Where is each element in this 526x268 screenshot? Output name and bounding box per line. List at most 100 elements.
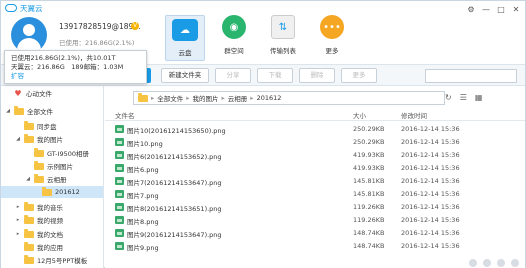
file-size: 148.74KB [353,229,385,237]
app-title: 天翼云 [5,3,43,13]
breadcrumb-item[interactable]: 201612 [257,94,282,102]
sidebar-item-ppt-template[interactable]: 12月5号PPT模板 [15,254,87,266]
sidebar-item-label: 全部文件 [27,108,53,116]
sidebar-item-label: GT-I9500相册 [47,150,89,158]
action-dot-icon[interactable] [469,259,477,267]
sidebar-item-label: 12月5号PPT模板 [37,257,88,265]
close-icon[interactable]: ✕ [511,5,521,15]
folder-icon [24,228,34,238]
file-size: 419.93KB [353,164,385,172]
grid-view-icon[interactable]: ▦ [475,93,483,102]
tree-arrow-icon[interactable]: ▸ [15,217,21,223]
file-name: 图片10(20161214153650).png [127,127,226,135]
file-time: 2016-12-14 15:36 [401,151,460,159]
breadcrumb-separator: ▸ [250,94,254,102]
file-name: 图片7(20161214153647).png [127,179,222,187]
column-time[interactable]: 修改时间 [401,110,427,120]
sidebar-item-favorites[interactable]: ♥ 心动文件 [13,87,52,99]
file-time: 2016-12-14 15:36 [401,125,460,133]
sidebar-item-my-pictures[interactable]: ◢ 我的图片 [15,133,63,145]
avatar[interactable] [11,17,47,53]
file-name: 图片10.png [127,140,163,148]
bottom-actions [469,259,519,267]
list-view-icon[interactable]: ☰ [460,93,467,102]
maximize-icon[interactable]: □ [496,5,506,15]
sidebar-item-my-apps[interactable]: 我的应用 [15,241,63,253]
expand-storage-link[interactable]: 扩容 [11,72,140,81]
heart-icon: ♥ [14,88,22,98]
tree-arrow-icon[interactable]: ◢ [25,176,31,182]
sidebar-item-label: 我的音乐 [37,204,63,212]
refresh-icon[interactable]: ↻ [445,93,452,102]
table-row[interactable]: 图片7.png 145.81KB 2016-12-14 15:36 [105,188,525,200]
nav-transfer-list[interactable]: ⇅ 传输列表 [263,15,303,61]
file-name: 图片6(20161214153652).png [127,153,222,161]
nav-cloud-disk[interactable]: ☁ 云盘 [165,15,205,61]
sidebar-item-all-files[interactable]: ◢ 全部文件 [5,105,53,117]
sidebar-item-my-music[interactable]: ▸ 我的音乐 [15,201,63,213]
image-file-icon [115,242,124,250]
file-size: 250.29KB [353,138,385,146]
delete-button[interactable]: 删除 [299,68,335,83]
nav-group-space[interactable]: ◉ 群空间 [214,15,254,61]
sidebar-item-sync[interactable]: 同步盘 [15,120,57,132]
table-row[interactable]: 图片10(20161214153650).png 250.29KB 2016-1… [105,123,525,135]
breadcrumb-item[interactable]: 我的图片 [193,93,219,103]
folder-icon [14,105,24,115]
sidebar-item-label: 201612 [55,188,80,196]
table-row[interactable]: 图片7(20161214153647).png 145.81KB 2016-12… [105,175,525,187]
table-row[interactable]: 图片9.png 148.74KB 2016-12-14 15:36 [105,240,525,252]
cloud-logo-icon [5,4,17,12]
sidebar-item-my-videos[interactable]: ▸ 我的视频 [15,214,63,226]
sidebar-item-my-documents[interactable]: ▸ 我的文档 [15,228,63,240]
column-size[interactable]: 大小 [353,110,366,120]
action-dot-icon[interactable] [511,259,519,267]
sidebar-item-201612[interactable]: 201612 [1,186,103,198]
image-file-icon [115,229,124,237]
share-button[interactable]: 分享 [215,68,251,83]
table-row[interactable]: 图片8(20161214153651).png 119.26KB 2016-12… [105,201,525,213]
transfer-list-icon: ⇅ [271,15,295,39]
image-file-icon [115,164,124,172]
breadcrumb-item[interactable]: 云相册 [228,93,248,103]
table-row[interactable]: 图片6(20161214153652).png 419.93KB 2016-12… [105,149,525,161]
breadcrumb-item[interactable]: 全部文件 [157,93,183,103]
sidebar-item-gt-i9500[interactable]: GT-I9500相册 [25,147,89,159]
download-button[interactable]: 下载 [257,68,293,83]
settings-icon[interactable]: ⚙ [466,5,476,15]
table-row[interactable]: 图片9(20161214153647).png 148.74KB 2016-12… [105,227,525,239]
more-button[interactable]: 更多 [341,68,377,83]
sidebar-item-label: 我的图片 [37,136,63,144]
image-file-icon [115,203,124,211]
tree-arrow-icon[interactable]: ◢ [5,108,11,114]
image-file-icon [115,216,124,224]
table-row[interactable]: 图片6.png 419.93KB 2016-12-14 15:36 [105,162,525,174]
file-name: 图片7.png [127,192,159,200]
file-size: 119.26KB [353,203,385,211]
folder-icon [42,186,52,196]
search-input[interactable] [425,69,517,83]
file-name: 图片8.png [127,218,159,226]
file-time: 2016-12-14 15:36 [401,164,460,172]
table-row[interactable]: 图片8.png 119.26KB 2016-12-14 15:36 [105,214,525,226]
tree-arrow-icon[interactable]: ◢ [15,136,21,142]
new-folder-button[interactable]: 新建文件夹 [161,68,209,83]
tree-arrow-icon[interactable]: ▸ [15,204,21,210]
file-time: 2016-12-14 15:36 [401,216,460,224]
action-dot-icon[interactable] [483,259,491,267]
column-name[interactable]: 文件名 [115,110,135,120]
app-title-label: 天翼云 [20,3,43,13]
sidebar-item-sample-pictures[interactable]: 示例图片 [25,160,73,172]
tree-arrow-icon[interactable]: ▸ [15,231,21,237]
folder-icon [24,241,34,251]
user-name[interactable]: 13917828519@189... [59,22,140,31]
sidebar-item-cloud-album[interactable]: ◢ 云相册 [25,173,67,185]
minimize-icon[interactable]: — [481,5,491,15]
sidebar-item-label: 心动文件 [26,90,52,98]
vip-badge-icon[interactable]: V [131,22,139,30]
nav-more[interactable]: ••• 更多 [312,15,352,61]
storage-used: 已使用：216.86G(2.1%) [59,39,135,47]
file-time: 2016-12-14 15:36 [401,190,460,198]
table-row[interactable]: 图片10.png 250.29KB 2016-12-14 15:36 [105,136,525,148]
action-dot-icon[interactable] [497,259,505,267]
